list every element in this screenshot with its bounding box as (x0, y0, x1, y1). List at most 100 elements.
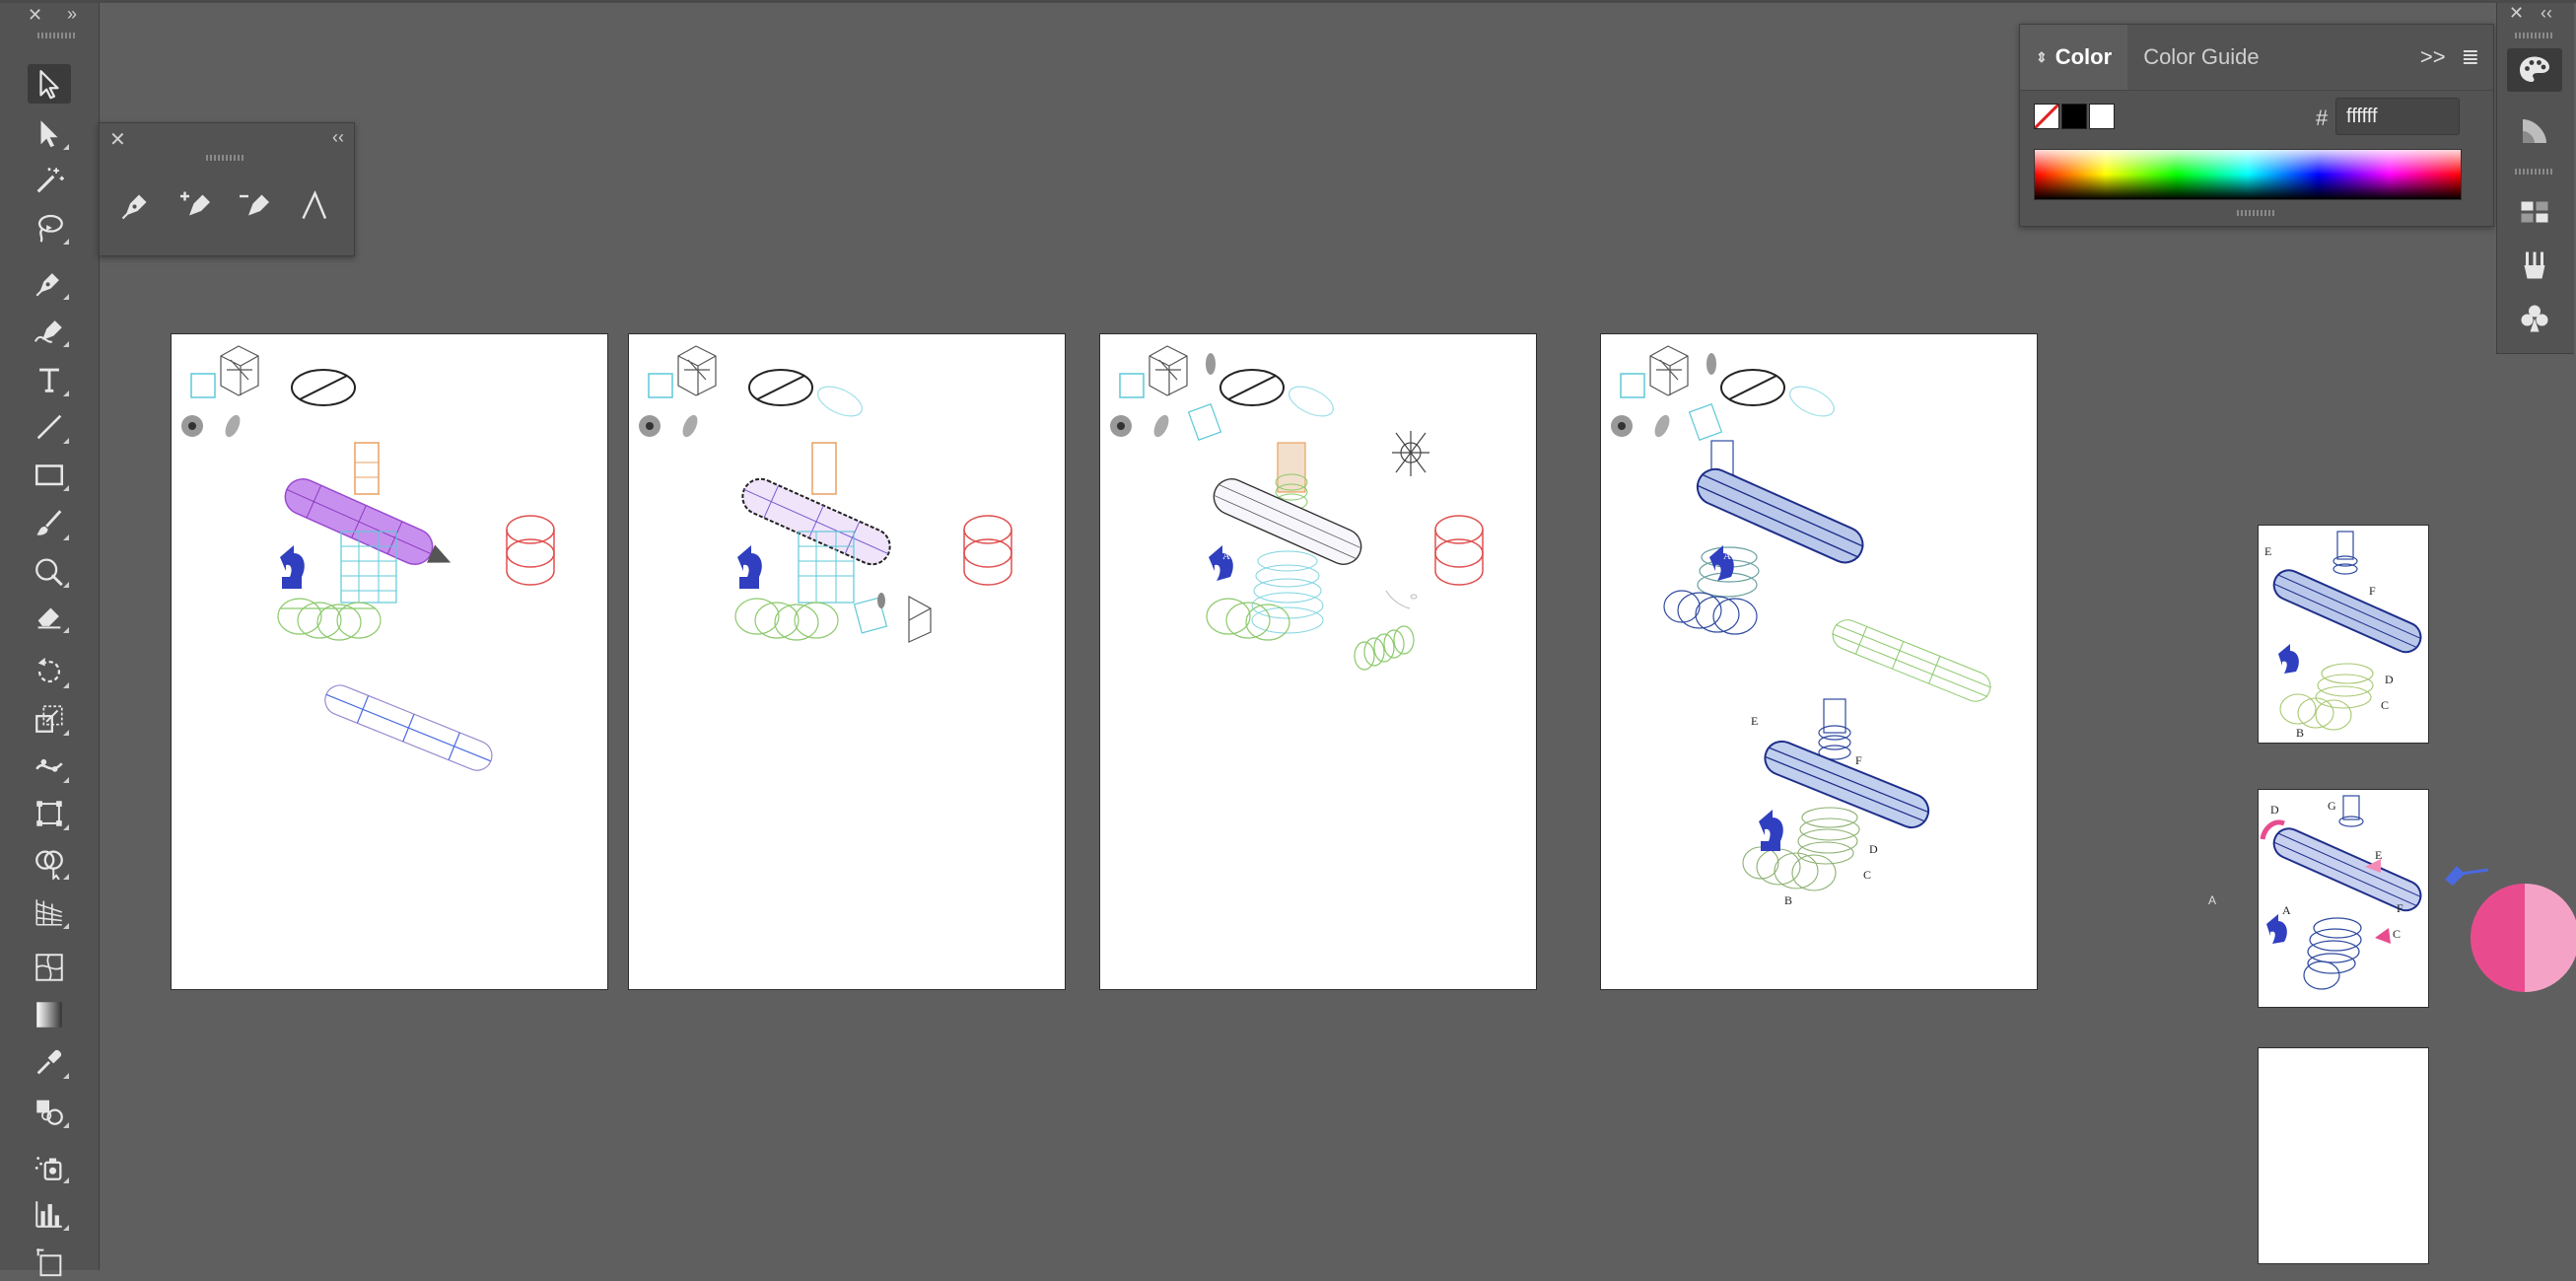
pen-tool[interactable] (28, 263, 71, 303)
puppet-warp-tool[interactable] (28, 747, 71, 786)
artboard-icon (36, 1248, 62, 1277)
curvature-tool[interactable] (28, 311, 71, 350)
symbols-button[interactable] (2507, 297, 2562, 340)
convert-anchor-icon (302, 190, 327, 220)
eyedropper-tool[interactable] (28, 1042, 71, 1082)
mesh-tool[interactable] (28, 948, 71, 987)
stray-text: A (2208, 893, 2217, 907)
color-spectrum[interactable] (2034, 149, 2462, 200)
rectangle-tool[interactable] (28, 455, 71, 494)
puppet-warp-icon (35, 758, 63, 772)
artboard-3-artwork: A (1110, 345, 1484, 671)
color-guide-button[interactable] (2507, 109, 2562, 153)
flyout-anchor-point-tool[interactable] (293, 184, 334, 226)
thumbnail-artboard-3[interactable] (2258, 1047, 2429, 1264)
blend-tool[interactable] (28, 1092, 71, 1131)
magic-wand-icon (36, 168, 64, 193)
none-swatch[interactable] (2034, 104, 2059, 129)
symbol-sprayer-tool[interactable] (28, 1147, 71, 1186)
tab-color[interactable]: ⇕ Color (2020, 25, 2128, 90)
hex-label: # (2316, 106, 2329, 130)
panel-more-icon[interactable]: >> (2412, 25, 2454, 90)
thumbnail-artboard-2[interactable]: D G E A F C (2258, 789, 2429, 1008)
close-icon[interactable]: ✕ (28, 5, 42, 26)
close-icon[interactable]: ✕ (2509, 3, 2524, 24)
none-slash-icon (2035, 105, 2058, 128)
black-swatch[interactable] (2061, 104, 2087, 129)
close-icon[interactable]: ✕ (109, 127, 126, 152)
thumb2-label-a: A (2282, 903, 2291, 917)
tab-color-guide[interactable]: Color Guide (2127, 25, 2274, 90)
thumbnail-2-artwork: D G E A F C (2260, 795, 2422, 990)
scale-tool[interactable] (28, 699, 71, 739)
type-tool[interactable] (28, 360, 71, 399)
pen-icon (35, 273, 59, 297)
type-icon (39, 368, 59, 392)
artboard-tool[interactable] (28, 1242, 71, 1281)
paintbrush-tool[interactable] (28, 504, 71, 543)
eraser-tool[interactable] (28, 597, 71, 636)
panel-menu-icon[interactable]: ≣ (2454, 25, 2493, 90)
right-panel-dock: ✕ ‹‹ (2496, 3, 2574, 354)
column-graph-icon (35, 1201, 62, 1228)
artboard-1-artwork (181, 345, 555, 771)
delete-anchor-icon (240, 194, 269, 216)
palette-icon (2520, 56, 2549, 82)
artboard-1[interactable] (171, 333, 608, 990)
lasso-icon (37, 214, 63, 243)
label-d: D (1869, 842, 1878, 856)
collapse-icon[interactable]: ‹‹ (2541, 3, 2552, 24)
shaper-icon (35, 558, 63, 587)
club-icon (2521, 305, 2548, 332)
gradient-tool[interactable] (28, 995, 71, 1034)
color-circle-shape[interactable] (2471, 884, 2576, 992)
rotate-tool[interactable] (28, 652, 71, 691)
perspective-grid-tool[interactable] (28, 892, 71, 932)
brushes-button[interactable] (2507, 244, 2562, 287)
mesh-icon (35, 954, 63, 981)
artboard-4[interactable]: A E F D C B (1600, 333, 2038, 990)
expand-panel-icon[interactable]: » (67, 4, 77, 25)
free-transform-icon (36, 801, 62, 826)
line-segment-tool[interactable] (28, 407, 71, 447)
shape-builder-tool[interactable] (28, 843, 71, 883)
eraser-icon (37, 607, 61, 629)
add-anchor-icon (180, 191, 210, 216)
thumb1-label-f: F (2369, 584, 2376, 598)
flyout-pen-tool[interactable] (115, 184, 157, 226)
artboard-3[interactable]: A (1099, 333, 1537, 990)
flyout-delete-anchor-tool[interactable] (234, 184, 275, 226)
eyedropper-icon (36, 1049, 62, 1075)
hex-input[interactable] (2335, 98, 2460, 135)
white-swatch[interactable] (2089, 104, 2115, 129)
direct-selection-tool[interactable] (28, 113, 71, 153)
selection-arrow-icon (39, 70, 59, 100)
artboard-2[interactable] (628, 333, 1066, 990)
gradient-icon (36, 1002, 62, 1028)
direct-selection-icon (40, 120, 58, 148)
magic-wand-tool[interactable] (28, 161, 71, 200)
quick-swatches (2034, 104, 2115, 129)
brushes-icon (2524, 251, 2545, 279)
thumbnail-artboard-1[interactable]: E F D C B (2258, 525, 2429, 744)
collapse-icon[interactable]: ‹‹ (332, 127, 344, 148)
panel-grip[interactable] (2515, 33, 2554, 38)
label-a: A (1222, 550, 1230, 562)
flyout-add-anchor-tool[interactable] (174, 184, 216, 226)
selection-tool[interactable] (28, 64, 71, 104)
curvature-pen-icon (34, 320, 62, 343)
panel-grip[interactable] (37, 33, 77, 38)
shaper-tool[interactable] (28, 551, 71, 591)
lasso-tool[interactable] (28, 208, 71, 248)
panel-resize-grip[interactable] (2237, 210, 2276, 216)
free-transform-tool[interactable] (28, 794, 71, 833)
artboard-4-artwork: A E F D C B (1611, 345, 1991, 907)
swatches-button[interactable] (2507, 190, 2562, 234)
label-c: C (1863, 868, 1871, 882)
color-panel-button[interactable] (2507, 48, 2562, 92)
panel-grip[interactable] (2515, 169, 2554, 175)
thumb2-label-g: G (2328, 799, 2336, 813)
pen-icon (121, 194, 147, 220)
column-graph-tool[interactable] (28, 1194, 71, 1234)
panel-grip[interactable] (206, 155, 245, 161)
